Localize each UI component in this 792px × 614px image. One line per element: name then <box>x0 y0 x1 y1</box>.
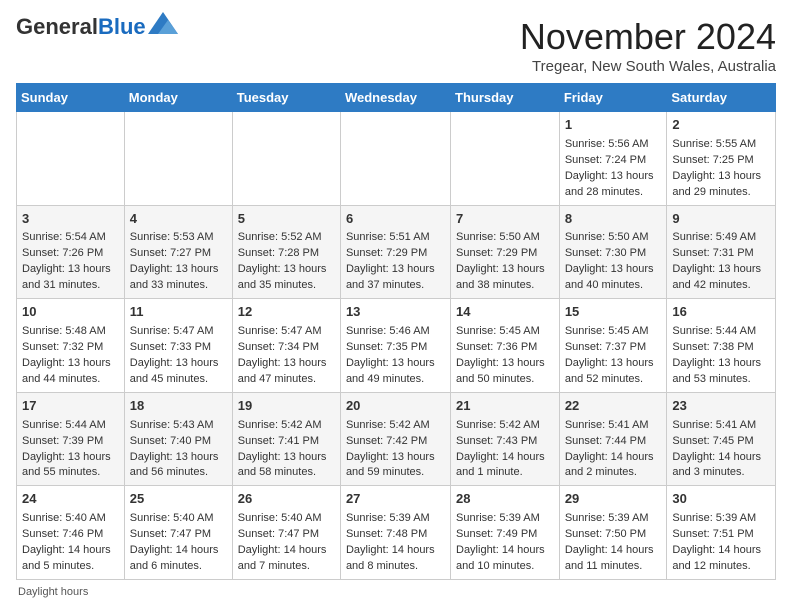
calendar-week-row: 24Sunrise: 5:40 AMSunset: 7:46 PMDayligh… <box>17 486 776 580</box>
day-number: 2 <box>672 116 770 135</box>
title-area: November 2024 Tregear, New South Wales, … <box>520 16 776 75</box>
month-title: November 2024 <box>520 16 776 58</box>
calendar-header: SundayMondayTuesdayWednesdayThursdayFrid… <box>17 84 776 112</box>
day-number: 12 <box>238 303 335 322</box>
day-number: 1 <box>565 116 662 135</box>
day-number: 28 <box>456 490 554 509</box>
day-number: 24 <box>22 490 119 509</box>
day-number: 23 <box>672 397 770 416</box>
weekday-header-monday: Monday <box>124 84 232 112</box>
logo-blue: Blue <box>98 14 146 39</box>
day-number: 3 <box>22 210 119 229</box>
day-number: 14 <box>456 303 554 322</box>
page-container: GeneralBlue November 2024 Tregear, New S… <box>16 16 776 598</box>
calendar-cell: 5Sunrise: 5:52 AMSunset: 7:28 PMDaylight… <box>232 205 340 299</box>
logo-general: General <box>16 14 98 39</box>
day-number: 10 <box>22 303 119 322</box>
day-number: 7 <box>456 210 554 229</box>
calendar-cell <box>17 112 125 206</box>
calendar-cell: 29Sunrise: 5:39 AMSunset: 7:50 PMDayligh… <box>559 486 667 580</box>
calendar-cell: 11Sunrise: 5:47 AMSunset: 7:33 PMDayligh… <box>124 299 232 393</box>
calendar-cell: 28Sunrise: 5:39 AMSunset: 7:49 PMDayligh… <box>451 486 560 580</box>
calendar-cell: 9Sunrise: 5:49 AMSunset: 7:31 PMDaylight… <box>667 205 776 299</box>
day-number: 9 <box>672 210 770 229</box>
weekday-header-friday: Friday <box>559 84 667 112</box>
calendar-cell <box>451 112 560 206</box>
day-number: 25 <box>130 490 227 509</box>
calendar-cell: 20Sunrise: 5:42 AMSunset: 7:42 PMDayligh… <box>340 392 450 486</box>
day-number: 15 <box>565 303 662 322</box>
calendar-cell: 1Sunrise: 5:56 AMSunset: 7:24 PMDaylight… <box>559 112 667 206</box>
weekday-header-row: SundayMondayTuesdayWednesdayThursdayFrid… <box>17 84 776 112</box>
location-subtitle: Tregear, New South Wales, Australia <box>520 58 776 75</box>
daylight-label: Daylight hours <box>18 586 88 598</box>
calendar-cell: 8Sunrise: 5:50 AMSunset: 7:30 PMDaylight… <box>559 205 667 299</box>
day-number: 27 <box>346 490 445 509</box>
weekday-header-sunday: Sunday <box>17 84 125 112</box>
day-number: 29 <box>565 490 662 509</box>
calendar-cell: 10Sunrise: 5:48 AMSunset: 7:32 PMDayligh… <box>17 299 125 393</box>
day-number: 22 <box>565 397 662 416</box>
day-number: 20 <box>346 397 445 416</box>
calendar-week-row: 17Sunrise: 5:44 AMSunset: 7:39 PMDayligh… <box>17 392 776 486</box>
calendar-cell: 16Sunrise: 5:44 AMSunset: 7:38 PMDayligh… <box>667 299 776 393</box>
calendar-cell <box>340 112 450 206</box>
day-number: 21 <box>456 397 554 416</box>
day-number: 13 <box>346 303 445 322</box>
calendar-cell <box>124 112 232 206</box>
calendar-week-row: 1Sunrise: 5:56 AMSunset: 7:24 PMDaylight… <box>17 112 776 206</box>
day-number: 11 <box>130 303 227 322</box>
calendar-cell: 2Sunrise: 5:55 AMSunset: 7:25 PMDaylight… <box>667 112 776 206</box>
calendar-table: SundayMondayTuesdayWednesdayThursdayFrid… <box>16 83 776 580</box>
calendar-cell: 23Sunrise: 5:41 AMSunset: 7:45 PMDayligh… <box>667 392 776 486</box>
weekday-header-thursday: Thursday <box>451 84 560 112</box>
header: GeneralBlue November 2024 Tregear, New S… <box>16 16 776 75</box>
calendar-week-row: 3Sunrise: 5:54 AMSunset: 7:26 PMDaylight… <box>17 205 776 299</box>
day-number: 19 <box>238 397 335 416</box>
calendar-cell: 6Sunrise: 5:51 AMSunset: 7:29 PMDaylight… <box>340 205 450 299</box>
calendar-week-row: 10Sunrise: 5:48 AMSunset: 7:32 PMDayligh… <box>17 299 776 393</box>
calendar-cell: 18Sunrise: 5:43 AMSunset: 7:40 PMDayligh… <box>124 392 232 486</box>
calendar-cell: 12Sunrise: 5:47 AMSunset: 7:34 PMDayligh… <box>232 299 340 393</box>
day-number: 5 <box>238 210 335 229</box>
calendar-cell: 4Sunrise: 5:53 AMSunset: 7:27 PMDaylight… <box>124 205 232 299</box>
calendar-cell: 24Sunrise: 5:40 AMSunset: 7:46 PMDayligh… <box>17 486 125 580</box>
calendar-cell: 14Sunrise: 5:45 AMSunset: 7:36 PMDayligh… <box>451 299 560 393</box>
calendar-cell: 25Sunrise: 5:40 AMSunset: 7:47 PMDayligh… <box>124 486 232 580</box>
day-number: 30 <box>672 490 770 509</box>
calendar-cell: 27Sunrise: 5:39 AMSunset: 7:48 PMDayligh… <box>340 486 450 580</box>
calendar-cell: 30Sunrise: 5:39 AMSunset: 7:51 PMDayligh… <box>667 486 776 580</box>
logo-icon <box>148 12 178 34</box>
logo: GeneralBlue <box>16 16 178 38</box>
weekday-header-saturday: Saturday <box>667 84 776 112</box>
calendar-body: 1Sunrise: 5:56 AMSunset: 7:24 PMDaylight… <box>17 112 776 580</box>
day-number: 8 <box>565 210 662 229</box>
calendar-cell: 22Sunrise: 5:41 AMSunset: 7:44 PMDayligh… <box>559 392 667 486</box>
footer-note: Daylight hours <box>16 586 776 598</box>
weekday-header-wednesday: Wednesday <box>340 84 450 112</box>
day-number: 6 <box>346 210 445 229</box>
calendar-cell: 3Sunrise: 5:54 AMSunset: 7:26 PMDaylight… <box>17 205 125 299</box>
calendar-cell: 26Sunrise: 5:40 AMSunset: 7:47 PMDayligh… <box>232 486 340 580</box>
calendar-cell: 7Sunrise: 5:50 AMSunset: 7:29 PMDaylight… <box>451 205 560 299</box>
day-number: 26 <box>238 490 335 509</box>
calendar-cell: 15Sunrise: 5:45 AMSunset: 7:37 PMDayligh… <box>559 299 667 393</box>
day-number: 18 <box>130 397 227 416</box>
calendar-cell <box>232 112 340 206</box>
calendar-cell: 13Sunrise: 5:46 AMSunset: 7:35 PMDayligh… <box>340 299 450 393</box>
day-number: 4 <box>130 210 227 229</box>
calendar-cell: 17Sunrise: 5:44 AMSunset: 7:39 PMDayligh… <box>17 392 125 486</box>
calendar-cell: 21Sunrise: 5:42 AMSunset: 7:43 PMDayligh… <box>451 392 560 486</box>
day-number: 16 <box>672 303 770 322</box>
day-number: 17 <box>22 397 119 416</box>
calendar-cell: 19Sunrise: 5:42 AMSunset: 7:41 PMDayligh… <box>232 392 340 486</box>
weekday-header-tuesday: Tuesday <box>232 84 340 112</box>
